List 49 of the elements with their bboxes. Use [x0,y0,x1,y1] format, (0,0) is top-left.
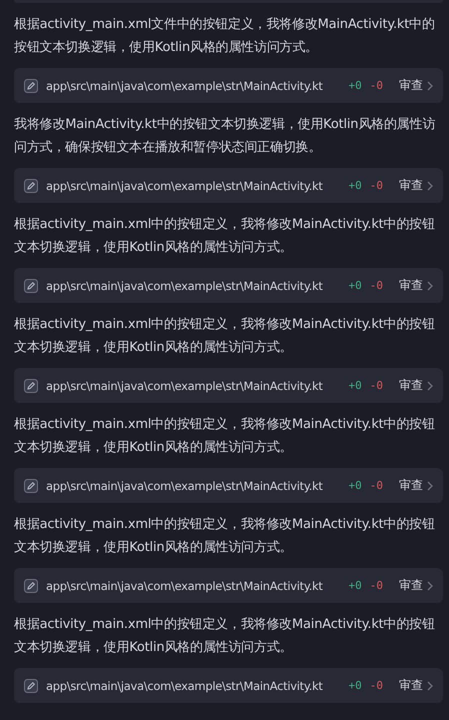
removed-count: -0 [370,79,383,92]
message-text: 根据activity_main.xml中的按钮定义，我将修改MainActivity.kt中的按钮文本切换逻辑，使用Kotlin风格的属性访问方式。 [14,616,436,657]
removed-count: -0 [370,679,383,692]
review-button[interactable]: 审查 [399,477,433,494]
file-path[interactable]: app\src\main\java\com\example\str\MainActivity.kt [46,378,340,392]
chevron-right-icon [427,280,433,290]
message-text: 根据activity_main.xml中的按钮定义，我将修改MainActivity.kt中的按钮文本切换逻辑，使用Kotlin风格的属性访问方式。 [14,416,436,457]
message-text: 根据activity_main.xml中的按钮定义，我将修改MainActivity.kt中的按钮文本切换逻辑，使用Kotlin风格的属性访问方式。 [14,216,436,257]
chevron-right-icon [427,580,433,590]
message-text: 我将修改MainActivity.kt中的按钮文本切换逻辑，使用Kotlin风格的属性访问方式，确保按钮文本在播放和暂停状态间正确切换。 [14,116,436,157]
file-path[interactable]: app\src\main\java\com\example\str\MainActivity.kt [46,578,340,592]
chevron-right-icon [427,480,433,490]
review-button[interactable]: 审查 [399,277,433,294]
review-button[interactable]: 审查 [399,377,433,394]
review-button[interactable]: 审查 [399,77,433,94]
edit-file-icon [24,178,38,192]
added-count: +0 [348,679,362,692]
removed-count: -0 [370,279,383,292]
edit-file-icon [24,278,38,292]
added-count: +0 [348,479,362,492]
removed-count: -0 [370,179,383,192]
review-button[interactable]: 审查 [399,577,433,594]
added-count: +0 [348,379,362,392]
edit-file-icon [24,78,38,92]
removed-count: -0 [370,379,383,392]
message-text: 根据activity_main.xml中的按钮定义，我将修改MainActivity.kt中的按钮文本切换逻辑，使用Kotlin风格的属性访问方式。 [14,316,436,357]
added-count: +0 [348,179,362,192]
added-count: +0 [348,579,362,592]
file-path[interactable]: app\src\main\java\com\example\str\MainActivity.kt [46,478,340,492]
file-path[interactable]: app\src\main\java\com\example\str\MainActivity.kt [46,678,340,692]
message-text: 根据activity_main.xml中的按钮定义，我将修改MainActivity.kt中的按钮文本切换逻辑，使用Kotlin风格的属性访问方式。 [14,516,436,557]
file-path[interactable]: app\src\main\java\com\example\str\MainActivity.kt [46,278,340,292]
file-path[interactable]: app\src\main\java\com\example\str\MainActivity.kt [46,178,340,192]
chevron-right-icon [427,380,433,390]
removed-count: -0 [370,579,383,592]
edit-file-icon [24,578,38,592]
file-path[interactable]: app\src\main\java\com\example\str\MainActivity.kt [46,78,340,92]
message-text: 根据activity_main.xml文件中的按钮定义，我将修改MainActivity.kt中的按钮文本切换逻辑，使用Kotlin风格的属性访问方式。 [14,16,436,57]
added-count: +0 [348,279,362,292]
edit-file-icon [24,678,38,692]
edit-file-icon [24,378,38,392]
chevron-right-icon [427,80,433,90]
review-button[interactable]: 审查 [399,177,433,194]
added-count: +0 [348,79,362,92]
chevron-right-icon [427,180,433,190]
removed-count: -0 [370,479,383,492]
chevron-right-icon [427,680,433,690]
edit-file-icon [24,478,38,492]
review-button[interactable]: 审查 [399,677,433,694]
